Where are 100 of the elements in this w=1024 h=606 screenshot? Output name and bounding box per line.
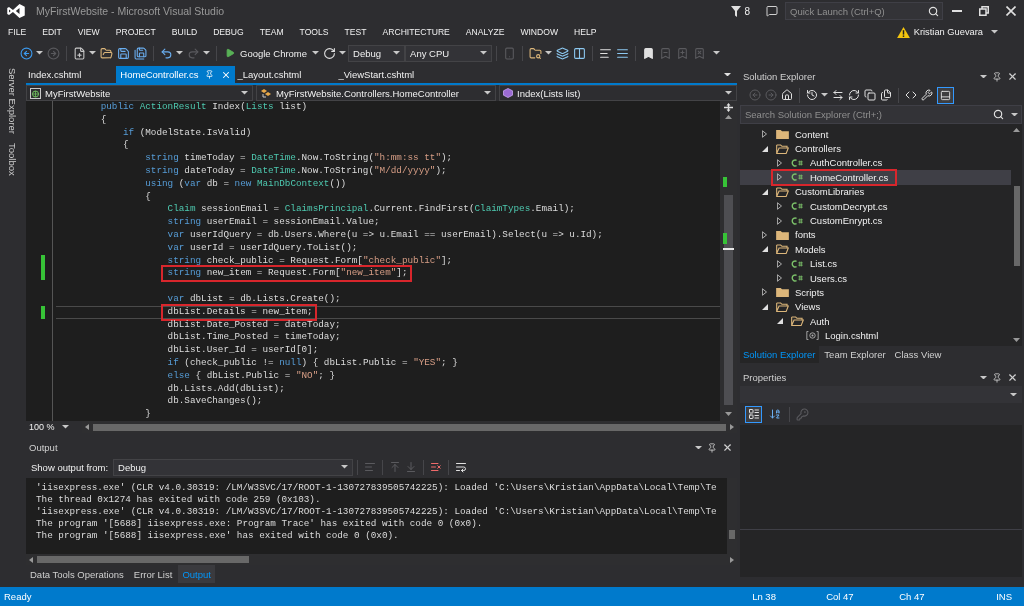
expand-arrow-icon[interactable] — [777, 216, 782, 225]
expand-arrow-icon[interactable] — [777, 202, 782, 211]
pin-icon[interactable] — [992, 71, 1002, 82]
layers-icon[interactable] — [556, 46, 570, 60]
output-source-dropdown[interactable]: Debug — [113, 458, 354, 476]
zoom-dropdown[interactable]: 100 % — [26, 421, 72, 433]
tab-list-caret-icon[interactable] — [724, 72, 731, 77]
caret-icon[interactable] — [1011, 112, 1018, 117]
cross-arrows-icon[interactable] — [724, 103, 733, 112]
vertical-scrollbar[interactable] — [720, 101, 737, 421]
speech-bubble-icon[interactable] — [766, 5, 778, 17]
left-right-arrows-icon[interactable] — [832, 89, 844, 101]
menu-item[interactable]: TEAM — [251, 27, 292, 37]
close-icon[interactable] — [221, 69, 232, 80]
menu-item[interactable]: BUILD — [163, 27, 206, 37]
file-plus-icon[interactable] — [73, 46, 86, 60]
document-tab[interactable]: _ViewStart.cshtml — [336, 66, 450, 83]
panel-tab[interactable]: Team Explorer — [821, 346, 890, 363]
code-icon[interactable] — [905, 89, 917, 101]
caret-icon[interactable] — [89, 51, 96, 55]
project-dropdown[interactable]: MyFirstWebsite — [26, 85, 253, 101]
undo-icon[interactable] — [160, 46, 173, 60]
menu-item[interactable]: FILE — [0, 27, 35, 37]
align-left-icon[interactable] — [599, 46, 613, 60]
preview-toggle[interactable] — [937, 86, 954, 104]
tree-item[interactable]: AuthController.cs — [740, 155, 1011, 171]
overflow-caret-icon[interactable] — [713, 51, 721, 55]
funnel-icon[interactable] — [731, 5, 742, 17]
caret-icon[interactable] — [341, 465, 349, 469]
tree-item[interactable]: List.cs — [740, 256, 1011, 271]
expand-arrow-icon[interactable] — [777, 158, 782, 167]
scroll-down-icon[interactable] — [1013, 338, 1020, 342]
caret-icon[interactable] — [393, 51, 401, 55]
search-field[interactable]: Search Solution Explorer (Ctrl+;) — [740, 105, 1022, 124]
tree-item[interactable]: Content — [740, 127, 1011, 142]
caret-icon[interactable] — [241, 91, 248, 95]
pin-icon[interactable] — [205, 70, 215, 79]
save-icon[interactable] — [117, 46, 130, 60]
caret-icon[interactable] — [312, 51, 320, 55]
scroll-up-icon[interactable] — [725, 115, 732, 119]
panel-tab[interactable]: Output — [178, 565, 215, 583]
notification-count[interactable]: 8 — [744, 5, 750, 17]
side-tab[interactable]: Server Explorer — [6, 68, 18, 134]
expand-arrow-icon[interactable] — [762, 230, 767, 239]
panel-menu-caret-icon[interactable] — [980, 375, 987, 380]
scroll-down-icon[interactable] — [725, 412, 732, 416]
files-icon[interactable] — [880, 89, 892, 101]
tree-item[interactable]: Views — [740, 299, 1011, 315]
pin-icon[interactable] — [707, 442, 717, 453]
menu-item[interactable]: PROJECT — [107, 27, 164, 37]
tree-item[interactable]: CustomEnrypt.cs — [740, 213, 1011, 228]
scrollbar-thumb[interactable] — [1013, 186, 1020, 266]
tree-item[interactable]: Models — [740, 242, 1011, 257]
stacked-squares-icon[interactable] — [864, 89, 876, 101]
document-tab[interactable]: HomeController.cs — [116, 66, 236, 83]
quick-launch-field[interactable]: Quick Launch (Ctrl+Q) — [785, 2, 943, 20]
home-icon[interactable] — [781, 89, 793, 101]
expand-arrow-icon[interactable] — [762, 130, 767, 139]
close-icon[interactable] — [1007, 372, 1018, 383]
scroll-right-icon[interactable] — [730, 424, 734, 430]
collapse-arrow-icon[interactable] — [762, 145, 768, 152]
caret-icon[interactable] — [62, 425, 69, 429]
caret-icon[interactable] — [176, 51, 183, 55]
wrap-text-icon[interactable] — [455, 461, 468, 473]
collapse-arrow-icon[interactable] — [762, 246, 768, 253]
refresh-icon[interactable] — [323, 46, 337, 60]
object-selector-field[interactable] — [740, 386, 1022, 403]
panel-tab[interactable]: Data Tools Operations — [26, 565, 128, 583]
history-icon[interactable] — [806, 89, 818, 101]
caret-icon[interactable] — [36, 51, 43, 55]
tree-item[interactable]: HomeController.cs — [740, 170, 1011, 185]
scroll-right-icon[interactable] — [730, 556, 734, 563]
menu-item[interactable]: VIEW — [69, 27, 108, 37]
scroll-left-icon[interactable] — [29, 556, 33, 563]
caret-icon[interactable] — [725, 91, 732, 95]
menu-item[interactable]: ANALYZE — [457, 27, 513, 37]
search-icon[interactable] — [928, 5, 939, 17]
wrench-icon[interactable] — [921, 89, 933, 101]
scrollbar-thumb[interactable] — [37, 556, 249, 563]
panel-tab[interactable]: Error List — [129, 565, 177, 583]
pin-icon[interactable] — [992, 372, 1002, 383]
caret-icon[interactable] — [480, 51, 488, 55]
collapse-arrow-icon[interactable] — [762, 303, 768, 310]
scroll-left-icon[interactable] — [85, 424, 89, 430]
document-tab[interactable]: _Layout.cshtml — [235, 66, 337, 83]
type-dropdown[interactable]: MyFirstWebsite.Controllers.HomeController — [256, 85, 496, 101]
refresh-icon[interactable] — [848, 89, 860, 101]
expand-arrow-icon[interactable] — [777, 173, 782, 182]
menu-item[interactable]: TEST — [336, 27, 375, 37]
scroll-up-icon[interactable] — [1013, 128, 1020, 132]
side-tab[interactable]: Toolbox — [6, 143, 18, 176]
collapse-arrow-icon[interactable] — [762, 188, 768, 195]
back-icon[interactable] — [20, 46, 33, 60]
run-button[interactable]: Google Chrome — [223, 47, 310, 59]
categorized-toggle[interactable] — [745, 405, 762, 423]
panel-tab[interactable]: Solution Explorer — [740, 346, 820, 363]
menu-item[interactable]: HELP — [566, 27, 605, 37]
caret-icon[interactable] — [203, 51, 210, 55]
tree-item[interactable]: CustomDecrypt.cs — [740, 198, 1011, 214]
tree-item[interactable]: CustomLibraries — [740, 184, 1011, 199]
